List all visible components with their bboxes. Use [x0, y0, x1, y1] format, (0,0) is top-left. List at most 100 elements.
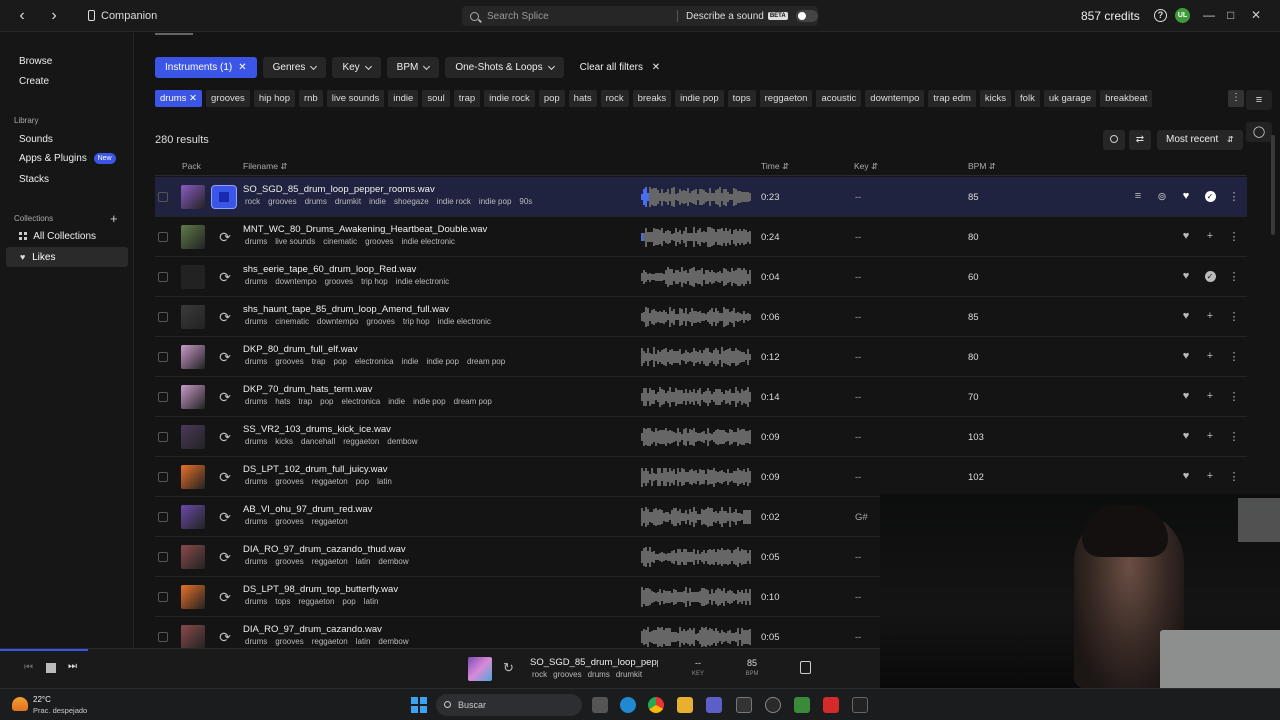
sample-tag[interactable]: indie electronic: [402, 237, 455, 246]
sample-tag[interactable]: drums: [245, 237, 267, 246]
sample-tag[interactable]: reggaeton: [312, 517, 348, 526]
table-row[interactable]: ⟳ DKP_70_drum_hats_term.wav drums hats trap p…: [155, 377, 1247, 417]
scrollbar[interactable]: [1271, 135, 1275, 235]
find-similar-icon[interactable]: ⊚: [1155, 190, 1169, 203]
sample-tag[interactable]: drums: [245, 517, 267, 526]
sample-tag[interactable]: drums: [245, 557, 267, 566]
add-to-library-icon[interactable]: +: [1203, 350, 1217, 362]
sample-tag[interactable]: drums: [245, 277, 267, 286]
table-row[interactable]: ⟳ DS_LPT_102_drum_full_juicy.wavdrums groo…: [155, 457, 1247, 497]
back-arrow-icon[interactable]: ‹: [10, 4, 34, 28]
sample-tag[interactable]: grooves: [275, 477, 303, 486]
minimize-icon[interactable]: —: [1203, 8, 1215, 22]
sample-filename[interactable]: DS_LPT_102_drum_full_juicy.wav: [243, 464, 388, 475]
waveform[interactable]: [641, 387, 751, 407]
sidebar-item-likes[interactable]: ♥ Likes: [6, 247, 128, 267]
pack-artwork[interactable]: [468, 657, 492, 681]
app-icon[interactable]: [794, 697, 810, 713]
pack-artwork[interactable]: [181, 425, 205, 449]
more-tags-icon[interactable]: ⋮: [1228, 90, 1244, 107]
like-heart-icon[interactable]: ♥: [1179, 270, 1193, 282]
sample-tag[interactable]: drums: [245, 437, 267, 446]
sample-tag[interactable]: indie electronic: [396, 277, 449, 286]
tag-chip[interactable]: soul: [422, 90, 450, 107]
sample-tag[interactable]: latin: [356, 557, 371, 566]
shuffle-icon[interactable]: ⇄: [1129, 130, 1151, 150]
like-heart-icon[interactable]: ♥: [1179, 190, 1193, 202]
sample-filename[interactable]: AB_VI_ohu_97_drum_red.wav: [243, 504, 372, 515]
pack-artwork[interactable]: [181, 305, 205, 329]
sidebar-item-stacks[interactable]: Stacks: [19, 174, 49, 185]
edge-icon[interactable]: [620, 697, 636, 713]
row-checkbox[interactable]: [158, 192, 168, 202]
add-to-library-icon[interactable]: +: [1203, 470, 1217, 482]
add-to-library-icon[interactable]: +: [1203, 430, 1217, 442]
sample-tag[interactable]: trip hop: [361, 277, 388, 286]
sample-tag[interactable]: kicks: [275, 437, 293, 446]
splice-icon[interactable]: [736, 697, 752, 713]
sample-tag[interactable]: indie electronic: [438, 317, 491, 326]
companion-button[interactable]: Companion: [88, 10, 157, 22]
tag-chip[interactable]: rock: [600, 90, 629, 107]
sample-tag[interactable]: tops: [275, 597, 290, 606]
sample-tag[interactable]: grooves: [366, 317, 394, 326]
sample-tag[interactable]: hats: [275, 397, 290, 406]
tag-chip[interactable]: breaks: [632, 90, 672, 107]
app-icon[interactable]: [765, 697, 781, 713]
tag-chip[interactable]: pop: [538, 90, 565, 107]
sample-tag[interactable]: latin: [356, 637, 371, 646]
loop-icon[interactable]: ⟳: [216, 468, 234, 486]
more-options-icon[interactable]: ⋮: [1227, 470, 1241, 483]
pack-artwork[interactable]: [181, 385, 205, 409]
chrome-icon[interactable]: [648, 697, 664, 713]
companion-icon[interactable]: ◯: [1246, 122, 1272, 142]
waveform[interactable]: [641, 627, 751, 647]
sample-tag[interactable]: trap: [312, 357, 326, 366]
sample-filename[interactable]: DS_LPT_98_drum_top_butterfly.wav: [243, 584, 398, 595]
like-heart-icon[interactable]: ♥: [1179, 430, 1193, 442]
sample-tag[interactable]: indie pop: [413, 397, 445, 406]
table-row[interactable]: ⟳ shs_eerie_tape_60_drum_loop_Red.wav drum…: [155, 257, 1247, 297]
sample-filename[interactable]: DKP_70_drum_hats_term.wav: [243, 384, 372, 395]
sample-tag[interactable]: grooves: [275, 357, 303, 366]
sample-tag[interactable]: indie pop: [479, 197, 511, 206]
waveform[interactable]: [641, 187, 751, 207]
row-checkbox[interactable]: [158, 512, 168, 522]
player-tag[interactable]: drums: [588, 670, 610, 679]
row-checkbox[interactable]: [158, 592, 168, 602]
sample-filename[interactable]: SS_VR2_103_drums_kick_ice.wav: [243, 424, 391, 435]
sample-tag[interactable]: live sounds: [275, 237, 315, 246]
queue-icon[interactable]: ≡: [1246, 90, 1272, 110]
tag-chip[interactable]: kicks: [979, 90, 1012, 107]
sample-tag[interactable]: reggaeton: [312, 477, 348, 486]
pack-artwork[interactable]: [181, 585, 205, 609]
acrobat-icon[interactable]: [823, 697, 839, 713]
pack-artwork[interactable]: [181, 625, 205, 648]
sample-tag[interactable]: drums: [245, 477, 267, 486]
tag-chip[interactable]: uk garage: [1043, 90, 1097, 107]
waveform[interactable]: [641, 467, 751, 487]
sample-tag[interactable]: cinematic: [323, 237, 357, 246]
sample-tag[interactable]: pop: [342, 597, 355, 606]
like-heart-icon[interactable]: ♥: [1179, 310, 1193, 322]
sample-tag[interactable]: drumkit: [335, 197, 361, 206]
loop-icon[interactable]: ↻: [503, 660, 514, 676]
help-icon[interactable]: ?: [1154, 9, 1167, 22]
like-heart-icon[interactable]: ♥: [1179, 390, 1193, 402]
player-tag[interactable]: drumkit: [616, 670, 642, 679]
search-input[interactable]: Search Splice: [487, 11, 677, 22]
close-icon[interactable]: ✕: [1251, 8, 1261, 22]
table-row[interactable]: ⟳ MNT_WC_80_Drums_Awakening_Heartbeat_Dou…: [155, 217, 1247, 257]
remove-filter-icon[interactable]: ✕: [238, 57, 246, 78]
sample-tag[interactable]: grooves: [275, 517, 303, 526]
tag-chip[interactable]: drums ✕: [155, 90, 202, 107]
maximize-icon[interactable]: □: [1227, 8, 1234, 22]
ableton-live-icon[interactable]: [852, 697, 868, 713]
loop-icon[interactable]: ⟳: [216, 428, 234, 446]
sample-tag[interactable]: drums: [245, 357, 267, 366]
sample-tag[interactable]: reggaeton: [312, 637, 348, 646]
pack-artwork[interactable]: [181, 185, 205, 209]
sample-tag[interactable]: latin: [377, 477, 392, 486]
add-to-library-icon[interactable]: +: [1203, 390, 1217, 402]
column-time[interactable]: Time ⇵: [761, 161, 789, 172]
